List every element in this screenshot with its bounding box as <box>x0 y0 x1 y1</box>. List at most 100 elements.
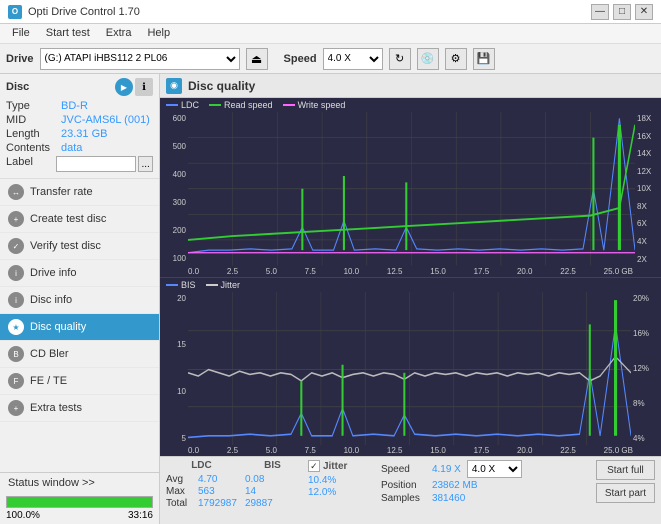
top-chart-canvas <box>188 112 635 266</box>
ldc-total-row: Total 1792987 <box>166 498 237 509</box>
disc-mid-row: MID JVC-AMS6L (001) <box>6 114 153 126</box>
drive-label: Drive <box>6 53 34 65</box>
nav-cd-bler[interactable]: B CD Bler <box>0 341 159 368</box>
disc-icon-button[interactable]: 💿 <box>417 48 439 70</box>
title-bar: O Opti Drive Control 1.70 — □ ✕ <box>0 0 661 24</box>
close-button[interactable]: ✕ <box>635 4 653 20</box>
progress-section: 100.0% 33:16 <box>0 493 159 524</box>
nav-verify-test-disc-label: Verify test disc <box>30 240 101 252</box>
nav-fe-te[interactable]: F FE / TE <box>0 368 159 395</box>
charts-container: LDC Read speed Write speed <box>160 98 661 456</box>
legend-ldc-label: LDC <box>181 100 199 110</box>
speed-value: 4.19 X <box>432 464 461 475</box>
max-label-ldc: Max <box>166 486 194 497</box>
read-color <box>209 104 221 106</box>
nav-disc-info[interactable]: i Disc info <box>0 287 159 314</box>
bis-avg-row: 0.08 <box>245 474 300 485</box>
bis-max-value: 14 <box>245 486 256 497</box>
length-value: 23.31 GB <box>61 128 153 140</box>
nav-create-test-disc-label: Create test disc <box>30 213 106 225</box>
legend-jitter: Jitter <box>206 280 241 290</box>
nav-disc-quality-label: Disc quality <box>30 321 86 333</box>
nav-cd-bler-label: CD Bler <box>30 348 69 360</box>
save-button[interactable]: 💾 <box>473 48 495 70</box>
bottom-legend: BIS Jitter <box>160 278 661 292</box>
top-chart: LDC Read speed Write speed <box>160 98 661 278</box>
fe-te-icon: F <box>8 373 24 389</box>
bis-max-row: 14 <box>245 486 300 497</box>
settings-button[interactable]: ⚙ <box>445 48 467 70</box>
position-row: Position 23862 MB <box>381 480 588 491</box>
create-test-disc-icon: + <box>8 211 24 227</box>
contents-label: Contents <box>6 142 61 154</box>
speed-select[interactable]: 4.0 X <box>323 48 383 70</box>
disc-info-icon: i <box>8 292 24 308</box>
nav-create-test-disc[interactable]: + Create test disc <box>0 206 159 233</box>
speed-label-stat: Speed <box>381 464 426 475</box>
length-label: Length <box>6 128 61 140</box>
label-input[interactable] <box>56 156 136 172</box>
menu-file[interactable]: File <box>4 26 38 41</box>
nav-extra-tests-label: Extra tests <box>30 402 82 414</box>
extra-tests-icon: + <box>8 400 24 416</box>
nav-transfer-rate[interactable]: ↔ Transfer rate <box>0 179 159 206</box>
bis-header: BIS <box>245 460 300 473</box>
ldc-max-row: Max 563 <box>166 486 237 497</box>
title-bar-left: O Opti Drive Control 1.70 <box>8 5 140 19</box>
bottom-chart-svg <box>188 292 631 446</box>
menu-help[interactable]: Help <box>139 26 178 41</box>
total-label-ldc: Total <box>166 498 194 509</box>
menu-bar: File Start test Extra Help <box>0 24 661 44</box>
chart-title: Disc quality <box>188 79 255 93</box>
legend-write-label: Write speed <box>298 100 346 110</box>
disc-label-row: Label ... <box>6 156 153 172</box>
top-y-axis-right: 18X 16X 14X 12X 10X 8X 6X 4X 2X <box>635 112 661 266</box>
label-browse-button[interactable]: ... <box>138 156 153 172</box>
drive-select[interactable]: (G:) ATAPI iHBS112 2 PL06 <box>40 48 240 70</box>
top-legend: LDC Read speed Write speed <box>160 98 661 112</box>
jitter-max-value: 12.0% <box>308 487 373 498</box>
legend-ldc: LDC <box>166 100 199 110</box>
ldc-color <box>166 104 178 106</box>
jitter-checkbox[interactable]: ✓ <box>308 460 320 472</box>
bottom-y-axis-left: 20 15 10 5 <box>160 292 188 446</box>
samples-label: Samples <box>381 493 426 504</box>
avg-label-ldc: Avg <box>166 474 194 485</box>
disc-info-icon[interactable]: ℹ <box>135 78 153 96</box>
eject-button[interactable]: ⏏ <box>246 48 268 70</box>
nav-fe-te-label: FE / TE <box>30 375 67 387</box>
window-controls: — □ ✕ <box>591 4 653 20</box>
samples-value: 381460 <box>432 493 465 504</box>
legend-read: Read speed <box>209 100 273 110</box>
nav-drive-info[interactable]: i Drive info <box>0 260 159 287</box>
ldc-stats: LDC Avg 4.70 Max 563 Total 1792987 <box>166 460 237 509</box>
menu-extra[interactable]: Extra <box>98 26 140 41</box>
jitter-avg-value: 10.4% <box>308 475 373 486</box>
speed-select-stat[interactable]: 4.0 X <box>467 460 522 478</box>
disc-contents-row: Contents data <box>6 142 153 154</box>
bottom-chart-canvas <box>188 292 631 446</box>
samples-row: Samples 381460 <box>381 493 588 504</box>
cd-bler-icon: B <box>8 346 24 362</box>
start-full-button[interactable]: Start full <box>596 460 655 480</box>
nav-disc-info-label: Disc info <box>30 294 72 306</box>
drive-info-icon: i <box>8 265 24 281</box>
nav-verify-test-disc[interactable]: ✓ Verify test disc <box>0 233 159 260</box>
position-value: 23862 MB <box>432 480 478 491</box>
nav-extra-tests[interactable]: + Extra tests <box>0 395 159 422</box>
bis-total-row: 29887 <box>245 498 300 509</box>
status-window-button[interactable]: Status window >> <box>0 472 159 493</box>
label-key: Label <box>6 156 56 172</box>
jitter-color <box>206 284 218 286</box>
nav-disc-quality[interactable]: ★ Disc quality <box>0 314 159 341</box>
disc-action-icon[interactable]: ▶ <box>115 78 133 96</box>
top-y-axis-left: 600 500 400 300 200 100 <box>160 112 188 266</box>
minimize-button[interactable]: — <box>591 4 609 20</box>
ldc-max-value: 563 <box>198 486 215 497</box>
refresh-button[interactable]: ↻ <box>389 48 411 70</box>
disc-length-row: Length 23.31 GB <box>6 128 153 140</box>
start-part-button[interactable]: Start part <box>596 483 655 503</box>
menu-start-test[interactable]: Start test <box>38 26 98 41</box>
maximize-button[interactable]: □ <box>613 4 631 20</box>
right-panel: ◉ Disc quality LDC Read <box>160 74 661 524</box>
